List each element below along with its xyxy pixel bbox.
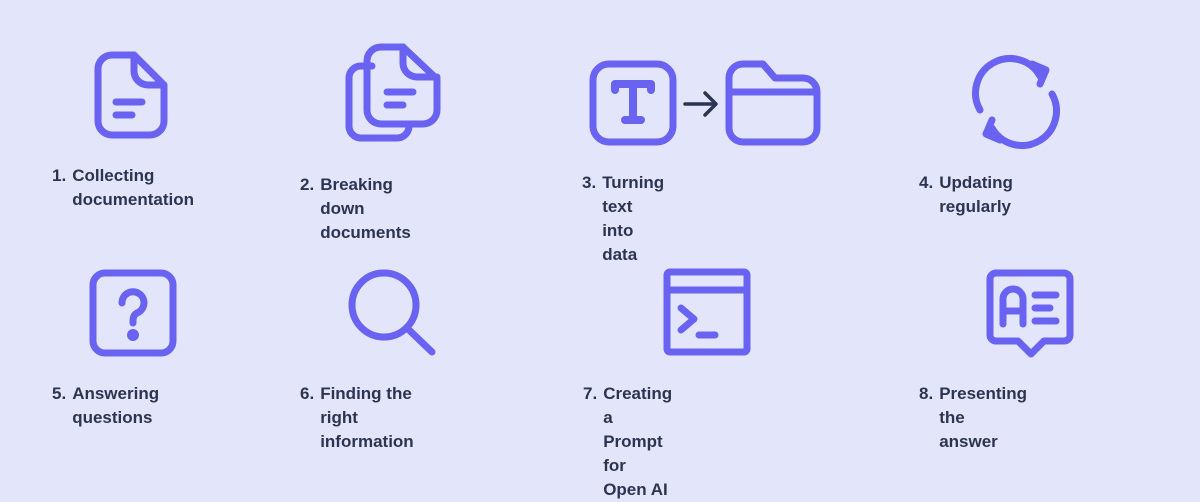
question-icon <box>89 269 177 357</box>
arrow-right-icon <box>683 91 718 117</box>
answer-bubble-icon <box>986 269 1076 359</box>
terminal-icon <box>663 268 751 356</box>
step-text-line-1: Updating regularly <box>939 173 1013 216</box>
step-number: 3. <box>582 173 597 192</box>
step-number: 8. <box>919 384 934 403</box>
step-text-line-1: Presenting the answer <box>939 384 1028 451</box>
step-1-label: 1. Collecting documentation <box>52 164 194 212</box>
step-number: 6. <box>300 384 315 403</box>
step-number: 1. <box>52 166 67 185</box>
document-icon <box>92 51 172 139</box>
step-5-label: 5. Answering questions <box>52 382 159 430</box>
text-to-folder-icon <box>589 60 825 146</box>
step-number: 2. <box>300 175 315 194</box>
step-text-line-1: Turning text into data <box>602 173 665 264</box>
step-text-line-1: Collecting <box>72 166 155 185</box>
refresh-icon <box>970 55 1062 149</box>
documents-stack-icon <box>345 43 445 144</box>
step-text-line-2: information <box>320 432 414 451</box>
text-format-icon <box>589 60 677 146</box>
step-number: 4. <box>919 173 934 192</box>
step-3-label: 3. Turning text into data <box>582 171 664 267</box>
step-number: 5. <box>52 384 67 403</box>
step-text-line-2: Open AI <box>603 480 668 499</box>
step-number: 7. <box>583 384 598 403</box>
step-text-line-2: documents <box>320 223 411 242</box>
step-text-line-1: Finding the right <box>320 384 412 427</box>
step-4-label: 4. Updating regularly <box>919 171 1013 219</box>
steps-page: { "colors": { "background": "#e3e6fa", "… <box>0 0 1200 499</box>
step-text-line-1: Answering <box>72 384 160 403</box>
search-icon <box>348 269 440 359</box>
step-7-label: 7. Creating a Prompt for Open AI <box>583 382 672 502</box>
step-text-line-1: Creating a Prompt for <box>603 384 673 475</box>
step-2-label: 2. Breaking down documents <box>300 173 411 245</box>
step-8-label: 8. Presenting the answer <box>919 382 1027 454</box>
step-6-label: 6. Finding the right information <box>300 382 414 454</box>
step-text-line-2: documentation <box>72 190 195 209</box>
step-text-line-2: questions <box>72 408 153 427</box>
step-text-line-1: Breaking down <box>320 175 393 218</box>
folder-icon <box>725 60 821 146</box>
